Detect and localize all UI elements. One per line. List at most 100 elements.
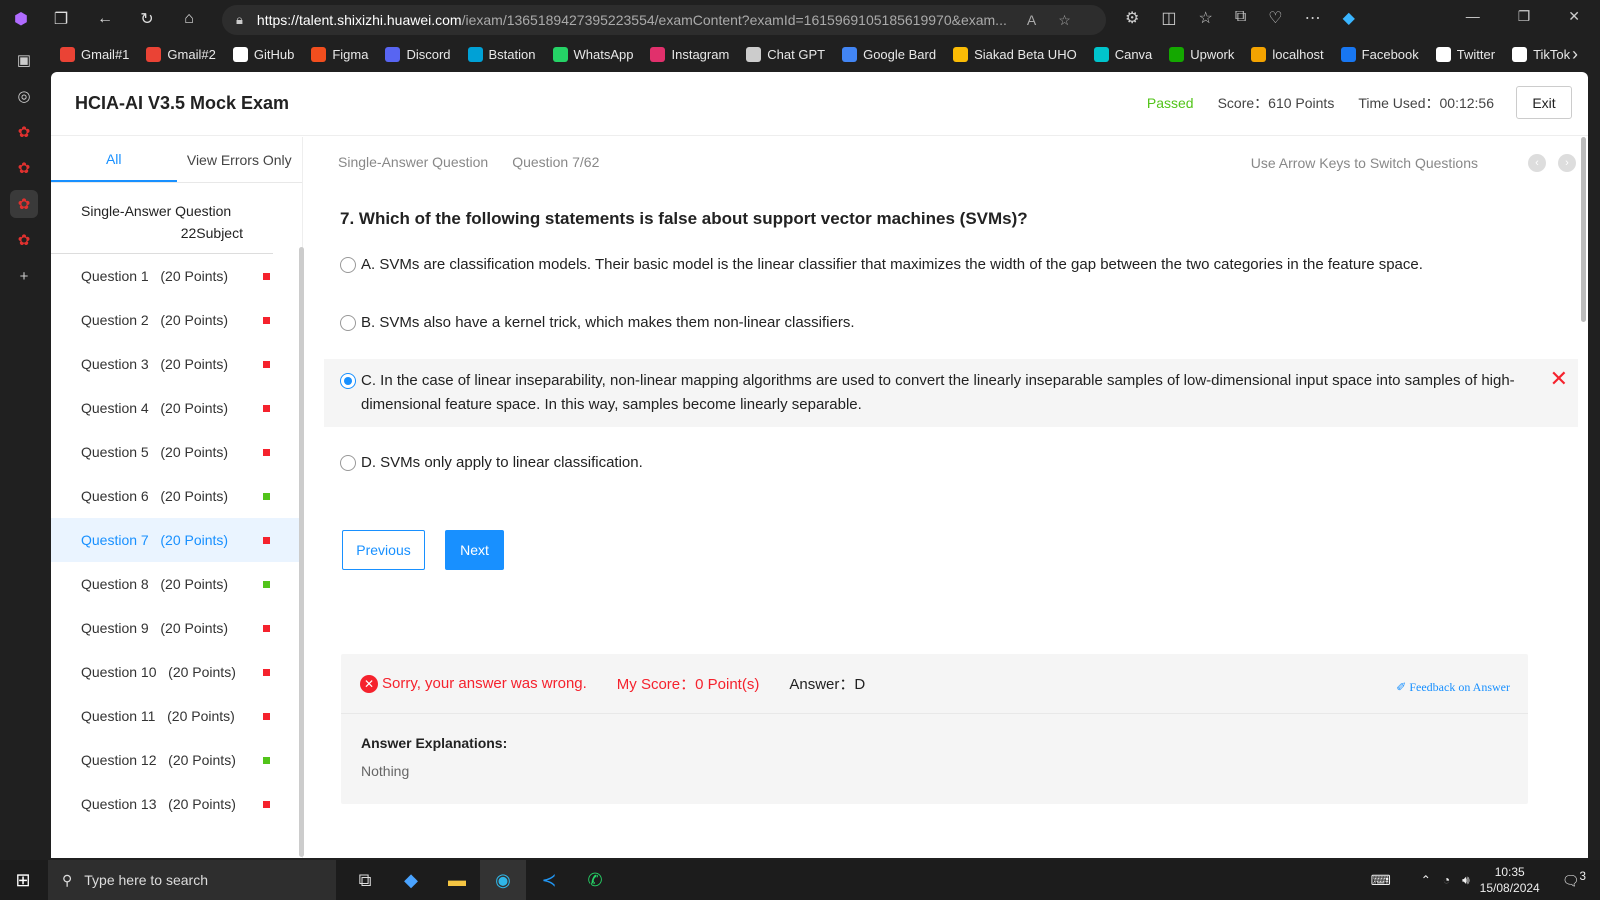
radio-button[interactable] — [340, 455, 356, 471]
whatsapp-taskbar-icon[interactable]: ✆ — [572, 860, 618, 900]
tab-view-errors[interactable]: View Errors Only — [177, 137, 303, 182]
close-window-icon[interactable]: ✕ — [1568, 8, 1580, 25]
bookmark-item[interactable]: Gmail#1 — [60, 46, 129, 62]
extensions-icon[interactable]: ⚙ — [1125, 8, 1139, 28]
question-list-item[interactable]: Question 9 (20 Points) — [51, 606, 302, 650]
huawei-tab-active-icon[interactable]: ✿ — [10, 190, 38, 218]
answer-option[interactable]: A. SVMs are classification models. Their… — [304, 243, 1588, 287]
wrong-status-icon — [263, 713, 270, 720]
bookmark-item[interactable]: Chat GPT — [746, 46, 825, 62]
question-label: Question 1 (20 Points) — [81, 268, 229, 284]
tab-all[interactable]: All — [51, 137, 177, 182]
bookmark-item[interactable]: Gmail#2 — [146, 46, 216, 62]
vscode-icon[interactable]: ≺ — [526, 860, 572, 900]
chatgpt-tab-icon[interactable]: ◎ — [10, 82, 38, 110]
copilot-taskbar-icon[interactable]: ◆ — [388, 860, 434, 900]
wrong-status-icon — [263, 801, 270, 808]
answer-option[interactable]: C. In the case of linear inseparability,… — [324, 359, 1578, 427]
question-list-item[interactable]: Question 6 (20 Points) — [51, 474, 302, 518]
radio-button[interactable] — [340, 257, 356, 273]
bookmark-item[interactable]: Instagram — [650, 46, 729, 62]
question-label: Question 4 (20 Points) — [81, 400, 229, 416]
huawei-tab-icon[interactable]: ✿ — [10, 154, 38, 182]
task-view-icon[interactable]: ⧉ — [342, 860, 388, 900]
taskbar-search[interactable]: ⚲ Type here to search — [48, 860, 336, 900]
feedback-link[interactable]: ✐ Feedback on Answer — [1396, 680, 1510, 695]
previous-button[interactable]: Previous — [342, 530, 425, 570]
answer-option[interactable]: D. SVMs only apply to linear classificat… — [304, 441, 1588, 485]
bookmark-item[interactable]: WhatsApp — [552, 46, 633, 62]
bookmark-item[interactable]: localhost — [1251, 46, 1324, 62]
browser-essentials-icon[interactable]: ♡ — [1268, 8, 1282, 28]
bookmark-item[interactable]: Facebook — [1340, 46, 1419, 62]
file-explorer-icon[interactable]: ▬ — [434, 860, 480, 900]
bookmark-item[interactable]: Discord — [385, 46, 451, 62]
restore-icon[interactable]: ❐ — [1518, 8, 1531, 25]
clock[interactable]: 10:35 15/08/2024 — [1480, 864, 1540, 896]
question-list-item[interactable]: Question 11 (20 Points) — [51, 694, 302, 738]
bookmark-item[interactable]: Siakad Beta UHO — [953, 46, 1077, 62]
bookmark-icon — [232, 46, 248, 62]
radio-button[interactable] — [340, 315, 356, 331]
exit-button[interactable]: Exit — [1516, 86, 1572, 119]
more-menu-icon[interactable]: ⋯ — [1305, 8, 1321, 28]
windows-start-icon[interactable]: ⊞ — [0, 860, 46, 900]
favorites-icon[interactable]: ☆ — [1198, 8, 1212, 28]
question-list-item[interactable]: Question 2 (20 Points) — [51, 298, 302, 342]
question-list-item[interactable]: Question 4 (20 Points) — [51, 386, 302, 430]
exam-title: HCIA-AI V3.5 Mock Exam — [75, 93, 290, 113]
profile-icon[interactable]: ⬢ — [10, 8, 32, 30]
question-list-item[interactable]: Question 3 (20 Points) — [51, 342, 302, 386]
read-aloud-icon[interactable]: A — [1027, 12, 1036, 28]
option-text: A. SVMs are classification models. Their… — [361, 256, 1423, 273]
next-button[interactable]: Next — [445, 530, 504, 570]
question-list-item[interactable]: Question 13 (20 Points) — [51, 782, 302, 826]
edge-icon[interactable]: ◉ — [480, 860, 526, 900]
bookmark-item[interactable]: GitHub — [232, 46, 294, 62]
network-icon[interactable]: ◔ — [1443, 873, 1450, 887]
bookmark-item[interactable]: Bstation — [467, 46, 536, 62]
volume-icon[interactable]: 🔊︎ — [1462, 873, 1470, 888]
show-hidden-icon[interactable]: ⌃ — [1421, 873, 1431, 887]
error-icon: ✕ — [360, 674, 378, 693]
split-screen-icon[interactable]: ◫ — [1161, 8, 1176, 28]
huawei-tab-icon[interactable]: ✿ — [10, 118, 38, 146]
bookmark-item[interactable]: Twitter — [1435, 46, 1495, 62]
keyboard-icon[interactable]: ⌨ — [1371, 872, 1391, 889]
back-icon[interactable]: ← — [94, 8, 116, 30]
question-label: Question 5 (20 Points) — [81, 444, 229, 460]
wrong-status-icon — [263, 449, 270, 456]
question-list-item[interactable]: Question 8 (20 Points) — [51, 562, 302, 606]
home-icon[interactable]: ⌂ — [178, 8, 200, 30]
question-list-item[interactable]: Question 7 (20 Points) — [51, 518, 302, 562]
main-scrollbar[interactable] — [1581, 137, 1586, 322]
bookmark-label: Google Bard — [863, 46, 937, 62]
bookmark-item[interactable]: Canva — [1093, 46, 1152, 62]
tabs-icon[interactable]: ▣ — [10, 46, 38, 74]
clock-date: 15/08/2024 — [1479, 881, 1540, 895]
minimize-icon[interactable]: — — [1466, 8, 1480, 25]
notification-icon[interactable]: 🗨︎3 — [1562, 870, 1586, 890]
radio-button[interactable] — [340, 373, 356, 389]
question-list-item[interactable]: Question 1 (20 Points) — [51, 254, 302, 298]
answer-option[interactable]: B. SVMs also have a kernel trick, which … — [304, 301, 1588, 345]
bookmark-item[interactable]: Upwork — [1169, 46, 1234, 62]
bookmark-item[interactable]: Google Bard — [842, 46, 937, 62]
workspaces-icon[interactable]: ❐ — [50, 8, 72, 30]
collections-icon[interactable]: ⧉ — [1235, 8, 1246, 28]
favorite-star-icon[interactable]: ☆ — [1058, 12, 1071, 29]
refresh-icon[interactable]: ↻ — [136, 8, 158, 30]
question-type: Single-Answer Question — [338, 154, 489, 170]
new-tab-icon[interactable]: + — [10, 262, 38, 290]
bookmark-item[interactable]: TikTok — [1512, 46, 1570, 62]
prev-arrow-icon[interactable]: ‹ — [1528, 154, 1546, 172]
bookmarks-overflow-icon[interactable]: › — [1572, 44, 1578, 65]
copilot-icon[interactable]: ◆ — [1343, 8, 1355, 28]
question-list-item[interactable]: Question 12 (20 Points) — [51, 738, 302, 782]
bookmark-item[interactable]: Figma — [311, 46, 368, 62]
next-arrow-icon[interactable]: › — [1558, 154, 1576, 172]
question-list-item[interactable]: Question 5 (20 Points) — [51, 430, 302, 474]
question-list-item[interactable]: Question 10 (20 Points) — [51, 650, 302, 694]
address-bar[interactable]: 🔒︎ https://talent.shixizhi.huawei.com/ie… — [222, 5, 1106, 35]
huawei-tab-icon[interactable]: ✿ — [10, 226, 38, 254]
